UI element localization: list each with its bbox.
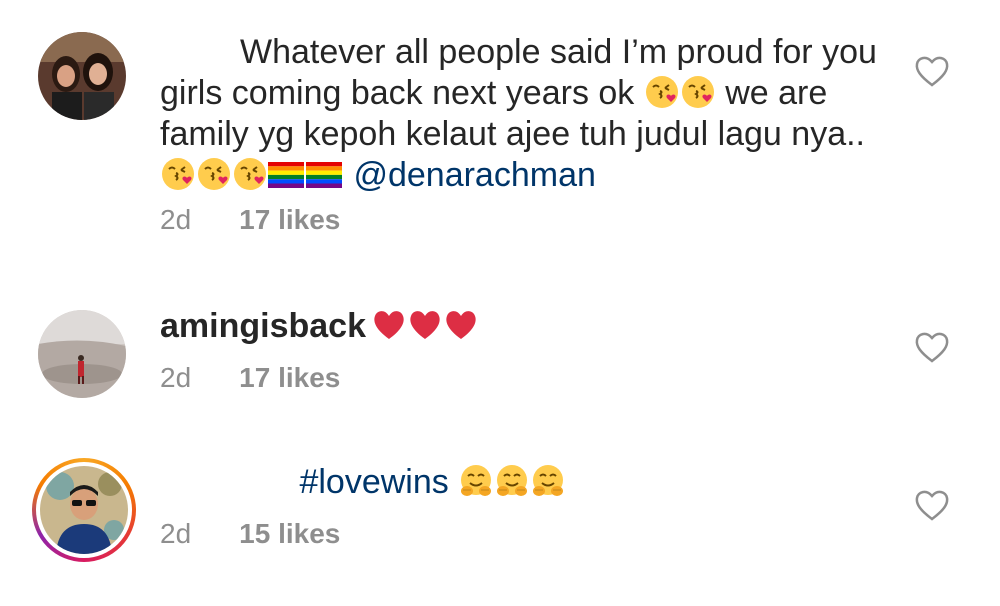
comment-text-line2a: girls coming back next years ok xyxy=(160,74,635,112)
like-heart-icon[interactable] xyxy=(914,488,950,522)
comment-text: amingisback xyxy=(160,306,900,347)
kissing-face-icon xyxy=(160,156,196,192)
likes-count[interactable]: 17 likes xyxy=(239,204,340,235)
comment-3: #lovewins 2d 15 likes xyxy=(0,456,1000,596)
comment-text: #lovewins xyxy=(160,462,900,503)
comment-meta: 2d 17 likes xyxy=(160,204,340,236)
hugging-face-icon xyxy=(530,463,566,499)
comment-text-line3: family yg kepoh kelaut ajee tuh judul la… xyxy=(160,115,866,153)
comment-username[interactable]: amingisback xyxy=(160,307,366,345)
hugging-face-icon xyxy=(494,463,530,499)
comment-2: amingisback 2d 17 likes xyxy=(0,300,1000,420)
user-avatar[interactable] xyxy=(38,310,126,398)
kissing-face-icon xyxy=(644,74,680,110)
comment-1: Whatever all people said I’m proud for y… xyxy=(0,0,1000,260)
comment-time: 2d xyxy=(160,362,192,393)
like-heart-icon[interactable] xyxy=(914,330,950,364)
redacted-username xyxy=(160,37,240,67)
comment-time: 2d xyxy=(160,518,192,549)
red-heart-icon xyxy=(371,307,407,343)
user-avatar[interactable] xyxy=(38,32,126,120)
comment-text: Whatever all people said I’m proud for y… xyxy=(160,32,900,196)
comment-text-line1: Whatever all people said I’m proud for y… xyxy=(240,33,877,71)
comment-time: 2d xyxy=(160,204,192,235)
kissing-face-icon xyxy=(232,156,268,192)
red-heart-icon xyxy=(407,307,443,343)
mention-link[interactable]: @denarachman xyxy=(353,156,595,194)
comment-meta: 2d 17 likes xyxy=(160,362,340,394)
likes-count[interactable]: 17 likes xyxy=(239,362,340,393)
likes-count[interactable]: 15 likes xyxy=(239,518,340,549)
kissing-face-icon xyxy=(680,74,716,110)
hashtag-link[interactable]: #lovewins xyxy=(299,463,448,501)
red-heart-icon xyxy=(443,307,479,343)
like-heart-icon[interactable] xyxy=(914,54,950,88)
comment-text-line2b: we are xyxy=(725,74,828,112)
kissing-face-icon xyxy=(196,156,232,192)
redacted-username xyxy=(160,467,290,497)
story-ring[interactable] xyxy=(32,458,136,562)
rainbow-flag-icon xyxy=(306,162,342,188)
hugging-face-icon xyxy=(458,463,494,499)
comment-meta: 2d 15 likes xyxy=(160,518,340,550)
rainbow-flag-icon xyxy=(268,162,304,188)
user-avatar[interactable] xyxy=(40,466,128,554)
